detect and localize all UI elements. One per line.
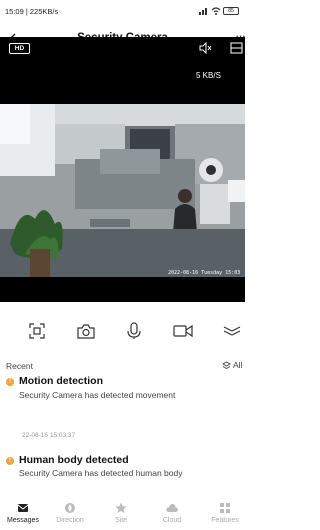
screenshot-icon: [29, 323, 45, 339]
event-time: 22-08-16 15:03:37: [22, 432, 76, 439]
status-time: 15:09 | 225KB/s: [5, 6, 59, 16]
cloud-icon: [166, 504, 178, 512]
battery-icon: 85: [223, 7, 239, 15]
star-icon: [115, 502, 127, 513]
camera-controls: [0, 314, 245, 350]
tab-label: Cloud: [162, 517, 182, 524]
alert-icon: !: [6, 378, 14, 386]
expand-controls-button[interactable]: [219, 318, 245, 344]
mail-icon: [17, 504, 29, 512]
microphone-button[interactable]: [121, 318, 147, 344]
event-title: Motion detection: [19, 375, 103, 387]
tab-messages[interactable]: Messages: [0, 497, 46, 530]
tab-site[interactable]: Site: [98, 497, 144, 530]
tab-label: Features: [211, 517, 239, 524]
direction-icon: [65, 503, 75, 513]
video-record-icon: [173, 324, 193, 338]
all-events-link[interactable]: All: [222, 360, 242, 370]
bitrate-readout: 5 KB/S: [196, 71, 221, 80]
video-timestamp: 2022-08-16 Tuesday 15:03: [168, 270, 241, 276]
all-events-label: All: [233, 360, 243, 370]
tab-label: Site: [114, 517, 128, 524]
status-icons: 85: [199, 7, 239, 15]
tab-cloud[interactable]: Cloud: [149, 497, 195, 530]
tab-label: Direction: [56, 517, 84, 524]
camera-button[interactable]: [73, 318, 99, 344]
event-item[interactable]: ! Motion detection Security Camera has d…: [0, 373, 245, 445]
event-description: Security Camera has detected movement: [19, 390, 176, 400]
tab-features[interactable]: Features: [202, 497, 248, 530]
layers-icon: [222, 360, 231, 369]
bottom-tab-bar: Messages Direction Site Cloud Features: [0, 497, 245, 530]
microphone-icon: [127, 322, 141, 339]
hd-toggle[interactable]: HD: [9, 43, 30, 54]
record-button[interactable]: [170, 318, 196, 344]
event-item[interactable]: ! Human body detected Security Camera ha…: [0, 453, 245, 497]
event-title: Human body detected: [19, 454, 129, 466]
screenshot-button[interactable]: [24, 318, 50, 344]
live-video[interactable]: HD 5 KB/S 2022-08-16 Tuesday 15:03: [0, 37, 245, 320]
status-bar: 15:09 | 225KB/s 85: [0, 0, 245, 22]
grid-icon: [220, 503, 230, 513]
menu-icon[interactable]: [228, 41, 245, 55]
wifi-icon: [211, 7, 221, 15]
tab-direction[interactable]: Direction: [47, 497, 93, 530]
camera-feed-image: [0, 104, 245, 277]
recent-label: Recent: [6, 361, 33, 371]
camera-icon: [77, 323, 95, 339]
signal-icon: [199, 8, 207, 15]
tab-label: Messages: [7, 517, 39, 524]
chevron-down-icon: [223, 326, 241, 336]
speaker-mute-icon[interactable]: [198, 41, 212, 55]
event-description: Security Camera has detected human body: [19, 468, 183, 478]
alert-icon: !: [6, 457, 14, 465]
